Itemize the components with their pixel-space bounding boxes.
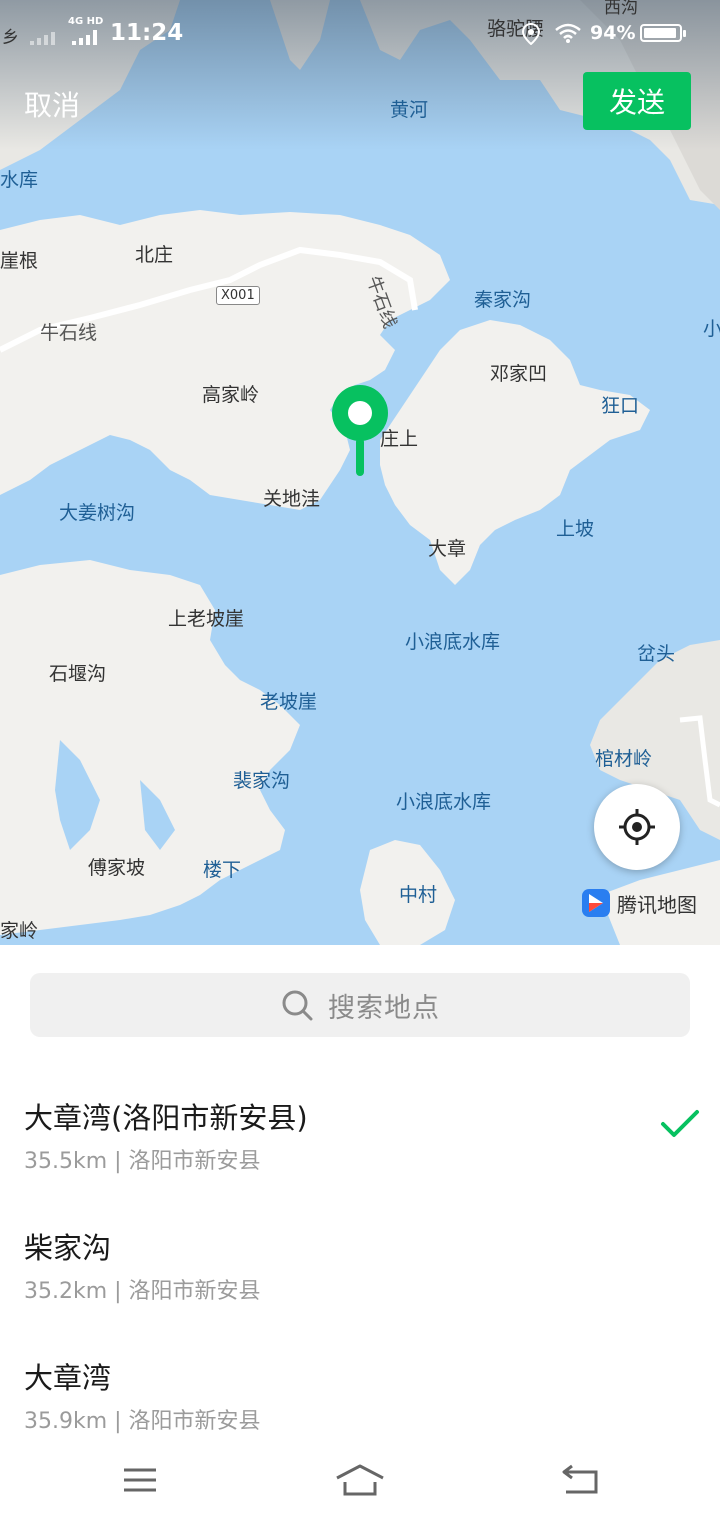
map-label: 大姜树沟	[59, 502, 136, 524]
back-button[interactable]	[550, 1458, 610, 1502]
signal-icon	[72, 30, 97, 45]
map-label: 楼下	[203, 859, 242, 881]
list-item[interactable]: 大章湾 35.9km | 洛阳市新安县	[0, 1355, 720, 1440]
map-label: 上坡	[556, 518, 595, 540]
map-label: 崖根	[0, 250, 39, 272]
map-provider-label: 腾讯地图	[617, 892, 697, 917]
road-badge: X001	[216, 286, 260, 305]
map-label: 老坡崖	[260, 691, 318, 713]
map-label: 中村	[399, 884, 438, 906]
tencent-map-icon	[582, 889, 610, 917]
menu-icon	[124, 1468, 156, 1492]
map-label: 西沟	[604, 0, 638, 18]
back-icon	[562, 1464, 598, 1494]
status-bar: 4G HD 11:24 94%	[0, 16, 720, 50]
location-status-icon	[522, 23, 540, 45]
checkmark-icon	[661, 1110, 699, 1137]
map-label: 秦家沟	[474, 289, 532, 311]
list-item[interactable]: 大章湾(洛阳市新安县) 35.5km | 洛阳市新安县	[0, 1095, 720, 1225]
map-provider-logo: 腾讯地图	[581, 888, 697, 918]
map-view[interactable]: 黄河 水库 秦家沟 狂口 大姜树沟 上坡 小浪底水库 岔头 老坡崖 棺材岭 裴家…	[0, 0, 720, 945]
locate-me-button[interactable]	[594, 784, 680, 870]
place-detail: 35.9km | 洛阳市新安县	[24, 1409, 261, 1434]
send-button[interactable]: 发送	[583, 72, 691, 130]
place-name: 大章湾(洛阳市新安县)	[24, 1101, 308, 1135]
map-label: 傅家坡	[88, 857, 146, 879]
clock: 11:24	[110, 20, 184, 46]
location-pin-icon[interactable]	[330, 383, 390, 479]
network-type: 4G HD	[68, 16, 104, 27]
map-label: 石堰沟	[49, 663, 107, 685]
map-label: 黄河	[390, 99, 429, 121]
map-label: 上老坡崖	[168, 608, 245, 630]
map-label: 家岭	[0, 920, 39, 942]
crosshair-icon	[619, 809, 655, 845]
map-label: 岔头	[637, 643, 676, 665]
map-label: 高家岭	[202, 384, 260, 406]
system-nav-bar	[0, 1440, 720, 1520]
home-button[interactable]	[330, 1458, 390, 1502]
signal-sim2-icon	[30, 32, 55, 45]
place-name: 大章湾	[24, 1361, 112, 1395]
battery-icon	[640, 24, 686, 42]
map-label: 邓家凹	[490, 363, 548, 385]
menu-button[interactable]	[110, 1458, 170, 1502]
search-placeholder: 搜索地点	[328, 992, 440, 1024]
map-label: 牛石线	[40, 322, 98, 344]
cancel-button[interactable]: 取消	[24, 84, 80, 124]
map-label: 北庄	[135, 244, 174, 266]
map-label: 关地洼	[263, 488, 321, 510]
place-detail: 35.5km | 洛阳市新安县	[24, 1149, 261, 1174]
map-label: 棺材岭	[595, 748, 653, 770]
map-label: 小浪底水库	[396, 791, 492, 813]
place-detail: 35.2km | 洛阳市新安县	[24, 1279, 261, 1304]
map-label: 狂口	[601, 395, 640, 417]
map-label: 裴家沟	[233, 770, 291, 792]
map-label: 大章	[428, 538, 467, 560]
map-label: 小	[703, 318, 720, 340]
search-input[interactable]: 搜索地点	[30, 973, 690, 1037]
map-label: 小浪底水库	[405, 631, 501, 653]
wifi-icon	[555, 23, 581, 43]
list-item[interactable]: 柴家沟 35.2km | 洛阳市新安县	[0, 1225, 720, 1355]
battery-percent: 94%	[590, 22, 636, 44]
home-icon	[336, 1464, 384, 1496]
battery-level	[644, 28, 676, 38]
search-icon	[282, 990, 313, 1021]
map-label: 水库	[0, 169, 39, 191]
place-name: 柴家沟	[24, 1231, 112, 1265]
